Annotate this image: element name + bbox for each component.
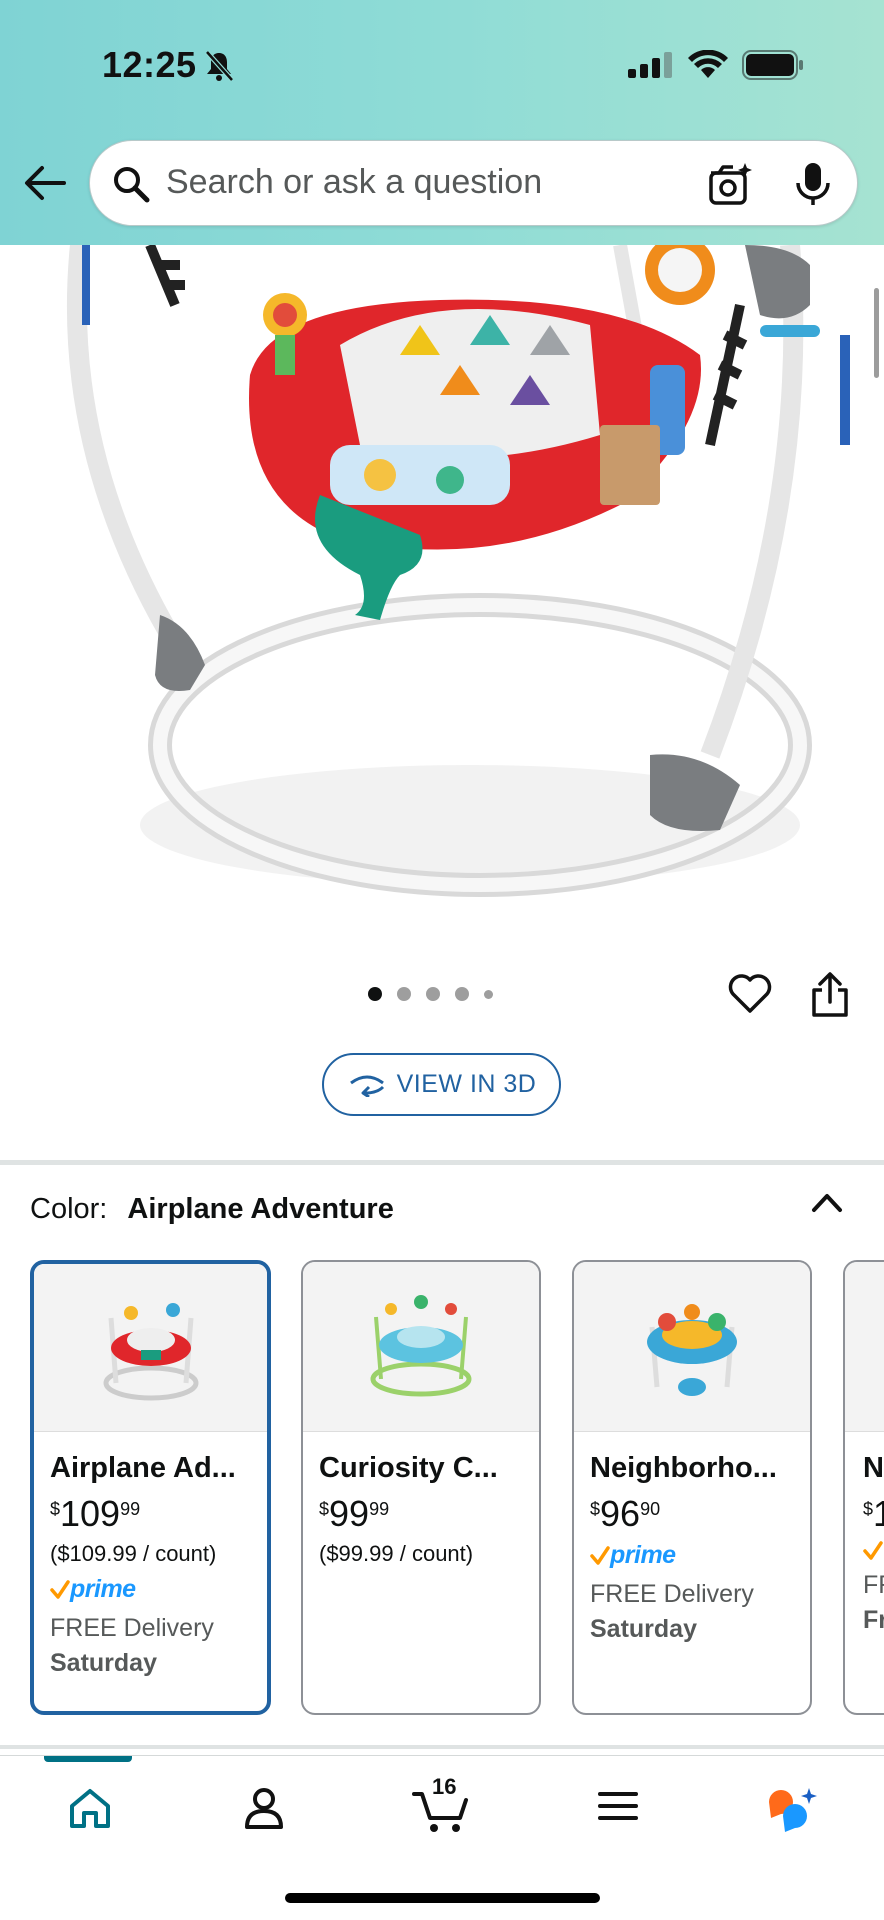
prime-label: prime	[610, 1541, 676, 1569]
carousel-dot[interactable]	[426, 987, 440, 1001]
view-in-3d-button[interactable]: VIEW IN 3D	[322, 1053, 561, 1116]
price-whole: 99	[329, 1493, 370, 1534]
color-label: Color:	[30, 1193, 108, 1225]
carousel-dot[interactable]	[397, 987, 411, 1001]
product-image[interactable]	[0, 245, 884, 935]
prime-label: prime	[70, 1575, 136, 1603]
carousel-dot[interactable]	[455, 987, 469, 1001]
bell-muted-icon	[205, 50, 234, 82]
search-input[interactable]: Search or ask a question	[166, 163, 542, 202]
section-divider	[0, 1160, 884, 1165]
price-whole: 96	[600, 1493, 641, 1534]
rotate-3d-icon	[349, 1075, 384, 1097]
rufus-assistant-icon[interactable]	[765, 1786, 821, 1836]
home-indicator	[285, 1893, 600, 1903]
price-symbol: $	[50, 1499, 61, 1519]
scroll-indicator	[874, 288, 879, 378]
price-symbol: $	[319, 1499, 330, 1519]
price-fraction: 99	[120, 1499, 141, 1519]
prime-badge: prime	[590, 1541, 796, 1570]
price-symbol: $	[863, 1499, 874, 1519]
price-symbol: $	[590, 1499, 601, 1519]
prime-check-icon	[863, 1541, 883, 1560]
delivery-day: Fr	[863, 1606, 884, 1634]
cellular-signal-icon	[628, 52, 672, 78]
price-whole: 109	[60, 1493, 121, 1534]
back-arrow-icon[interactable]	[24, 165, 66, 201]
prime-badge: prime	[50, 1575, 253, 1604]
nav-active-indicator	[44, 1756, 132, 1762]
share-icon[interactable]	[810, 972, 850, 1018]
variant-title: Airplane Ad...	[50, 1452, 236, 1484]
delivery-day: Saturday	[50, 1649, 157, 1677]
variant-price: $ 99 99	[319, 1495, 525, 1533]
variant-price: $ 109 99	[50, 1495, 253, 1533]
heart-icon[interactable]	[728, 974, 772, 1014]
selected-color-name: Airplane Adventure	[127, 1193, 394, 1225]
prime-check-icon	[50, 1579, 70, 1599]
app-header: 12:25 Search or ask a question	[0, 0, 884, 245]
unit-price: ($109.99 / count)	[50, 1541, 217, 1566]
variant-card-airplane-adventure[interactable]: Airplane Ad... $ 109 99 ($109.99 / count…	[30, 1260, 271, 1715]
status-time: 12:25	[102, 44, 197, 85]
variant-title: Neighborho...	[590, 1452, 777, 1484]
microphone-icon[interactable]	[793, 161, 833, 207]
menu-icon[interactable]	[598, 1786, 638, 1826]
variant-price: $ 96 90	[590, 1495, 796, 1533]
chevron-up-icon[interactable]	[810, 1190, 844, 1214]
variant-card-neighborhood[interactable]: Neighborho... $ 96 90 prime FREE Deliver…	[572, 1260, 812, 1715]
variant-thumbnail	[34, 1264, 267, 1432]
search-bar[interactable]: Search or ask a question	[89, 140, 858, 226]
delivery-text: FR	[863, 1571, 884, 1599]
prime-badge	[863, 1541, 884, 1561]
variant-title: Curiosity C...	[319, 1452, 498, 1484]
search-icon	[114, 167, 150, 203]
wifi-icon	[688, 50, 728, 78]
delivery-day: Saturday	[590, 1615, 697, 1643]
battery-icon	[742, 50, 803, 80]
jumper-illustration	[66, 245, 850, 897]
variant-card-partial[interactable]: N $ 1 FR Fr	[843, 1260, 884, 1715]
price-fraction: 99	[369, 1499, 390, 1519]
variant-price: $ 1	[863, 1495, 884, 1533]
camera-lens-icon[interactable]	[707, 161, 753, 207]
view-in-3d-label: VIEW IN 3D	[396, 1070, 537, 1098]
section-divider	[0, 1745, 884, 1749]
prime-check-icon	[590, 1545, 610, 1565]
delivery-text: FREE Delivery	[50, 1614, 214, 1642]
delivery-text: FREE Delivery	[590, 1580, 754, 1608]
variant-thumbnail	[303, 1262, 539, 1432]
carousel-dot[interactable]	[368, 987, 382, 1001]
status-icons	[628, 50, 804, 80]
color-selection-label: Color: Airplane Adventure	[30, 1193, 394, 1226]
variant-title: N	[863, 1452, 884, 1484]
price-fraction: 90	[640, 1499, 661, 1519]
variant-thumbnail	[574, 1262, 810, 1432]
variant-thumbnail	[845, 1262, 884, 1432]
home-icon[interactable]	[68, 1786, 112, 1830]
price-whole: 1	[873, 1495, 884, 1533]
account-icon[interactable]	[244, 1786, 284, 1830]
unit-price: ($99.99 / count)	[319, 1541, 474, 1566]
variant-card-curiosity[interactable]: Curiosity C... $ 99 99 ($99.99 / count)	[301, 1260, 541, 1715]
cart-count-badge: 16	[432, 1774, 457, 1799]
image-carousel-dots[interactable]	[368, 987, 493, 1001]
carousel-dot[interactable]	[484, 989, 493, 999]
